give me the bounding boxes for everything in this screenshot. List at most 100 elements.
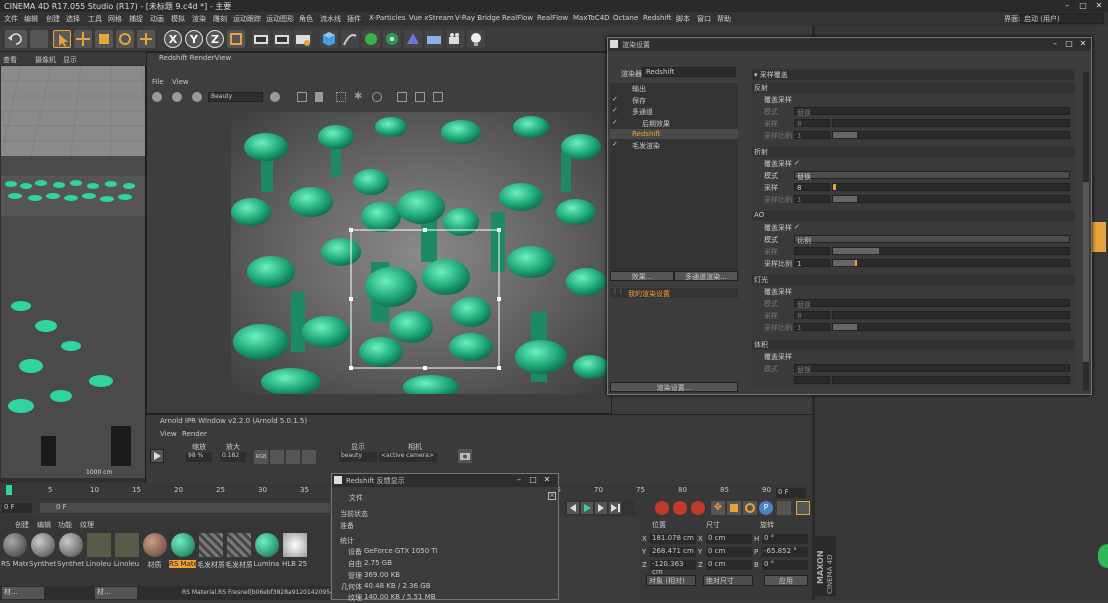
ipr-tool2-icon[interactable] bbox=[302, 450, 316, 464]
menu-item[interactable]: 渲染 bbox=[192, 14, 206, 24]
aov-select[interactable]: Beauty bbox=[208, 92, 263, 102]
override-checkbox[interactable]: ✓ bbox=[794, 159, 800, 167]
key-rotation-icon[interactable] bbox=[743, 501, 757, 515]
menu-item[interactable]: 捕捉 bbox=[129, 14, 143, 24]
ipr-region-icon[interactable] bbox=[270, 450, 284, 464]
menu-item[interactable]: 编辑 bbox=[24, 14, 38, 24]
ratio-slider[interactable] bbox=[832, 195, 1070, 203]
menu-item[interactable]: 运动图形 bbox=[266, 14, 294, 24]
start-render-icon[interactable] bbox=[172, 92, 182, 102]
autokey-icon[interactable] bbox=[673, 501, 687, 515]
check-icon[interactable]: ✓ bbox=[612, 118, 618, 126]
material-swatch[interactable] bbox=[115, 533, 139, 557]
ratio-field[interactable]: 1 bbox=[794, 195, 830, 204]
editor-viewport[interactable]: 查看 摄像机 显示 1000 cm bbox=[0, 53, 152, 483]
coord-mode-select[interactable]: 对象 (相对) bbox=[646, 575, 696, 586]
mode-select[interactable]: 替换 bbox=[794, 171, 1070, 181]
go-end-icon[interactable] bbox=[609, 502, 621, 514]
key-scale-icon[interactable] bbox=[727, 501, 741, 515]
stop-render-icon[interactable] bbox=[152, 92, 162, 102]
menu-item[interactable]: Redshift bbox=[643, 14, 671, 22]
ipr-menu-render[interactable]: Render bbox=[182, 430, 207, 438]
renderer-select[interactable]: Redshift bbox=[642, 67, 736, 77]
key-param-icon[interactable]: P bbox=[759, 501, 773, 515]
mat-menu-function[interactable]: 功能 bbox=[58, 520, 72, 530]
menu-item[interactable]: 流水线 bbox=[320, 14, 341, 24]
size-y-field[interactable]: 0 cm bbox=[706, 547, 752, 557]
fb-close-button[interactable]: ✕ bbox=[540, 475, 554, 485]
ipr-tool-icon[interactable] bbox=[286, 450, 300, 464]
ratio-field[interactable]: 1 bbox=[794, 131, 830, 140]
rs-close-button[interactable]: ✕ bbox=[1076, 39, 1090, 49]
redo-icon[interactable] bbox=[30, 30, 48, 48]
menu-item[interactable]: 插件 bbox=[347, 14, 361, 24]
menu-item[interactable]: 雕刻 bbox=[213, 14, 227, 24]
menu-item[interactable]: Octane bbox=[613, 14, 638, 22]
material-swatch[interactable] bbox=[59, 533, 83, 557]
ratio-slider[interactable] bbox=[832, 323, 1070, 331]
material-swatch[interactable] bbox=[199, 533, 223, 557]
menu-item[interactable]: 窗口 bbox=[697, 14, 711, 24]
ipr-display-select[interactable]: beauty bbox=[339, 452, 377, 462]
ratio-field[interactable]: 1 bbox=[794, 259, 830, 268]
ratio-slider[interactable] bbox=[832, 259, 1070, 267]
menu-item[interactable]: X-Particles bbox=[369, 14, 405, 22]
snowflake-icon[interactable]: ✱ bbox=[354, 92, 364, 102]
y-axis-lock-button[interactable]: Y bbox=[185, 30, 203, 48]
samples-field[interactable] bbox=[794, 376, 830, 384]
move-tool-icon[interactable] bbox=[74, 30, 92, 48]
params-scrollbar[interactable] bbox=[1083, 72, 1089, 390]
ipr-snapshot-icon[interactable] bbox=[458, 449, 472, 463]
render-view-menu-view[interactable]: View bbox=[172, 78, 189, 86]
feedback-titlebar[interactable]: Redshift 反馈显示 – □ ✕ bbox=[332, 474, 558, 487]
feedback-menu-file[interactable]: 文件 bbox=[349, 493, 363, 503]
keyframe-selection-icon[interactable] bbox=[691, 501, 705, 515]
crop-region-icon[interactable] bbox=[297, 92, 307, 102]
record-keyframe-icon[interactable] bbox=[655, 501, 669, 515]
menu-item[interactable]: RealFlow bbox=[537, 14, 568, 22]
menu-item[interactable]: 网格 bbox=[108, 14, 122, 24]
coordinate-system-icon[interactable] bbox=[227, 30, 245, 48]
menu-item[interactable]: RealFlow bbox=[502, 14, 533, 22]
tree-item-multipass[interactable]: ✓ 多通道 bbox=[610, 106, 738, 116]
ipr-rgb-button[interactable]: RGB bbox=[254, 450, 268, 464]
timeline-current-frame[interactable]: 0 F bbox=[776, 488, 806, 498]
apply-button[interactable]: 应用 bbox=[764, 575, 808, 586]
menu-item[interactable]: 文件 bbox=[4, 14, 18, 24]
menu-item[interactable]: 创建 bbox=[46, 14, 60, 24]
section-header[interactable]: ▾ 采样覆盖 bbox=[752, 70, 1074, 80]
size-mode-select[interactable]: 绝对尺寸 bbox=[703, 575, 753, 586]
material-swatch[interactable] bbox=[31, 533, 55, 557]
tree-item-redshift[interactable]: Redshift bbox=[610, 129, 738, 139]
render-picture-viewer-icon[interactable] bbox=[273, 30, 291, 48]
close-button[interactable]: ✕ bbox=[1092, 1, 1106, 11]
lock-icon[interactable] bbox=[315, 92, 323, 102]
menu-item[interactable]: 运动跟踪 bbox=[233, 14, 261, 24]
tree-item-save[interactable]: ✓ 保存 bbox=[610, 95, 738, 105]
select-tool-icon[interactable] bbox=[53, 30, 71, 48]
render-settings-button[interactable]: 渲染设置... bbox=[610, 382, 738, 392]
ipr-play-icon[interactable] bbox=[150, 449, 164, 463]
circle-icon[interactable] bbox=[372, 92, 382, 102]
samples-field[interactable]: 8 bbox=[794, 119, 830, 128]
scale-tool-icon[interactable] bbox=[95, 30, 113, 48]
tree-item-post-effects[interactable]: ✓ 后期效果 bbox=[610, 118, 738, 128]
ipr-menu-view[interactable]: View bbox=[160, 430, 177, 438]
pen-spline-icon[interactable] bbox=[341, 30, 359, 48]
size-z-field[interactable]: 0 cm bbox=[706, 560, 752, 570]
menu-item[interactable]: 选择 bbox=[66, 14, 80, 24]
tree-item-output[interactable]: 输出 bbox=[610, 83, 738, 93]
viewport-menu-display[interactable]: 显示 bbox=[63, 55, 77, 65]
mode-select[interactable]: 比例 bbox=[794, 235, 1070, 245]
render-settings-icon[interactable] bbox=[294, 30, 312, 48]
array-icon[interactable] bbox=[383, 30, 401, 48]
refresh-render-icon[interactable] bbox=[192, 92, 202, 102]
size-x-field[interactable]: 0 cm bbox=[706, 534, 752, 544]
samples-slider[interactable] bbox=[832, 247, 1070, 255]
menu-item[interactable]: 帮助 bbox=[717, 14, 731, 24]
floor-icon[interactable] bbox=[425, 30, 443, 48]
mat-menu-texture[interactable]: 纹理 bbox=[80, 520, 94, 530]
add-snapshot-icon[interactable] bbox=[415, 92, 425, 102]
save-image-icon[interactable] bbox=[433, 92, 443, 102]
render-view-menu-file[interactable]: File bbox=[152, 78, 164, 86]
